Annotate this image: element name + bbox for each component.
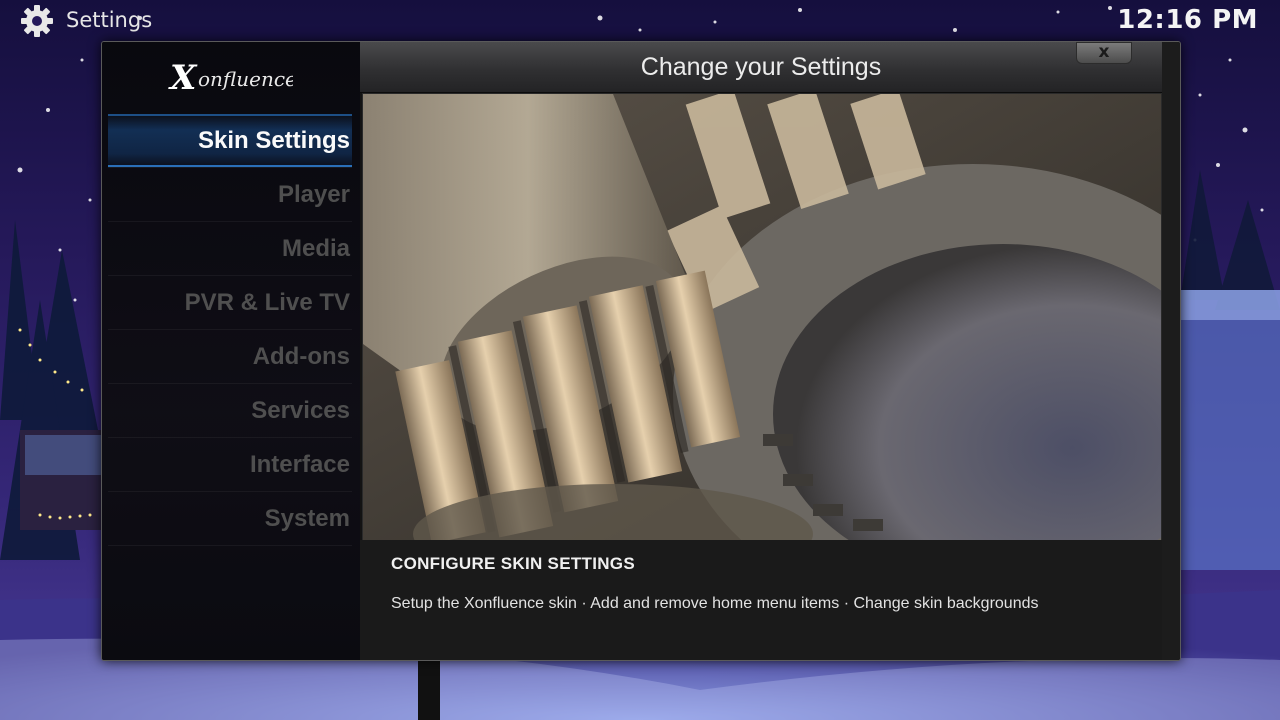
gears-illustration	[363, 94, 1161, 540]
top-bar: Settings 12:16 PM	[0, 0, 1280, 44]
category-preview-image	[362, 93, 1162, 541]
settings-sidebar: X onfluence Skin Settings Player Media P…	[102, 42, 360, 660]
close-button[interactable]: x	[1076, 42, 1132, 64]
window-title: Settings	[66, 8, 153, 32]
info-description: Setup the Xonfluence skin · Add and remo…	[391, 595, 1039, 612]
dialog-title: Change your Settings	[640, 53, 882, 81]
svg-text:X: X	[168, 58, 198, 96]
nav-item-interface[interactable]: Interface	[108, 438, 352, 492]
close-icon: x	[1098, 42, 1110, 62]
nav-item-services[interactable]: Services	[108, 384, 352, 438]
dialog-header: Change your Settings	[360, 42, 1162, 93]
nav-item-skin-settings[interactable]: Skin Settings	[108, 114, 352, 168]
clock: 12:16 PM	[1117, 5, 1258, 35]
nav-item-pvr-live-tv[interactable]: PVR & Live TV	[108, 276, 352, 330]
dialog-right-edge	[1162, 42, 1180, 660]
info-panel: CONFIGURE SKIN SETTINGS Setup the Xonflu…	[360, 540, 1162, 660]
nav-item-system[interactable]: System	[108, 492, 352, 546]
svg-text:onfluence: onfluence	[198, 67, 293, 91]
xonfluence-logo: X onfluence	[168, 56, 293, 96]
nav-item-add-ons[interactable]: Add-ons	[108, 330, 352, 384]
info-title: CONFIGURE SKIN SETTINGS	[391, 554, 635, 573]
gear-icon	[21, 5, 53, 37]
nav-item-player[interactable]: Player	[108, 168, 352, 222]
settings-dialog: X onfluence Skin Settings Player Media P…	[101, 41, 1181, 661]
nav-item-media[interactable]: Media	[108, 222, 352, 276]
